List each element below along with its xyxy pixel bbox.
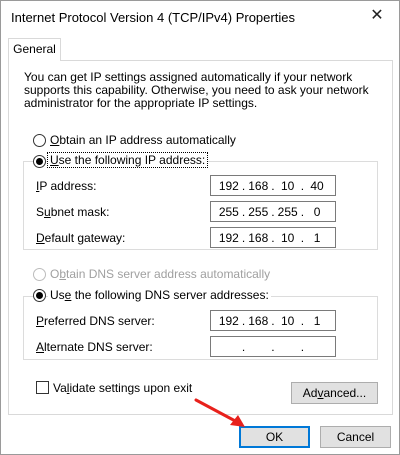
ip-address-input[interactable]: 192. 168. 10. 40 [210,175,336,196]
advanced-button[interactable]: Advanced... [291,382,378,404]
window-title: Internet Protocol Version 4 (TCP/IPv4) P… [11,10,295,25]
arrow-shaft [194,398,241,425]
default-gateway-label: Default gateway: [36,231,126,245]
properties-dialog: Internet Protocol Version 4 (TCP/IPv4) P… [0,0,400,455]
obtain-ip-auto-label[interactable]: Obtain an IP address automatically [50,133,236,147]
tab-general[interactable]: General [8,38,61,61]
obtain-ip-auto-radio[interactable] [33,134,46,147]
title-bar: Internet Protocol Version 4 (TCP/IPv4) P… [1,1,399,33]
subnet-mask-input[interactable]: 255. 255. 255. 0 [210,201,336,222]
preferred-dns-input[interactable]: 192. 168. 10. 1 [210,310,336,331]
preferred-dns-label: Preferred DNS server: [36,314,155,328]
use-following-dns-radio[interactable] [33,289,46,302]
use-following-ip-radio[interactable] [33,155,46,168]
obtain-dns-auto-label[interactable]: Obtain DNS server address automatically [50,267,270,281]
alternate-dns-label: Alternate DNS server: [36,340,153,354]
default-gateway-input[interactable]: 192. 168. 10. 1 [210,227,336,248]
obtain-dns-auto-radio[interactable] [33,268,46,281]
red-arrow-annotation [194,398,245,427]
cancel-button[interactable]: Cancel [320,426,391,448]
ip-address-label: IP address: [36,179,97,193]
use-following-dns-label[interactable]: Use the following DNS server addresses: [48,288,271,302]
alternate-dns-input[interactable]: ... [210,336,336,357]
validate-settings-checkbox[interactable] [36,381,49,394]
close-button[interactable]: ✕ [359,2,395,30]
intro-text: You can get IP settings assigned automat… [24,70,369,110]
validate-settings-label[interactable]: Validate settings upon exit [53,381,192,395]
close-icon: ✕ [370,7,384,24]
subnet-mask-label: Subnet mask: [36,205,110,219]
use-following-ip-label[interactable]: Use the following IP address: [46,152,209,168]
